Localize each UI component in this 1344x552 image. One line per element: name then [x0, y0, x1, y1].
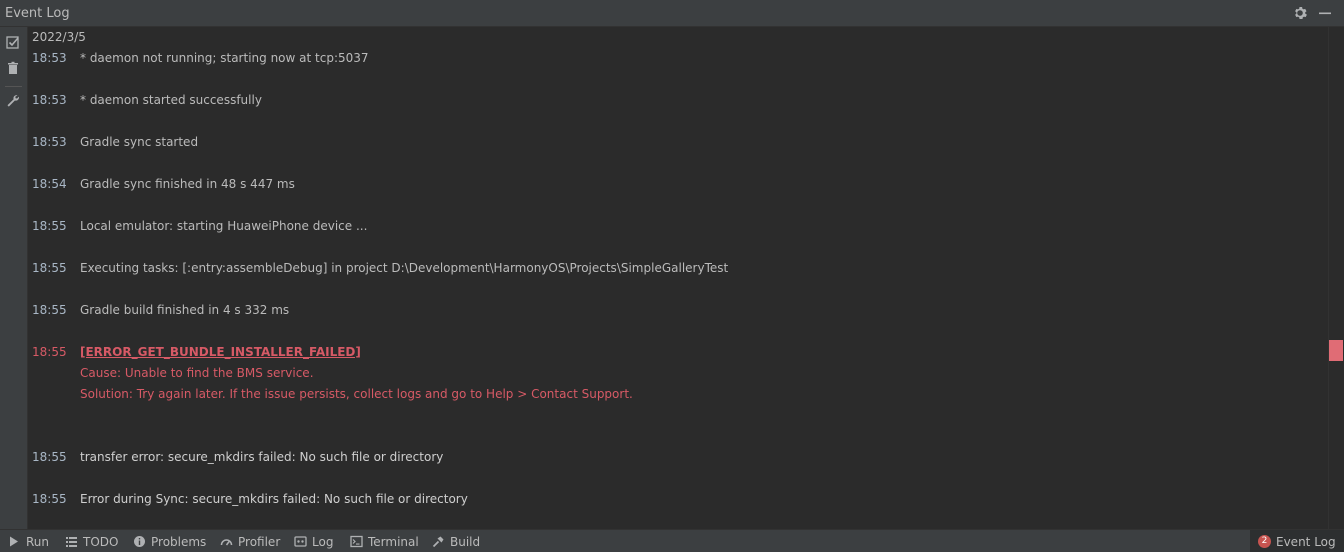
log-time: 18:55: [32, 303, 67, 317]
logcat-icon: [294, 536, 307, 547]
log-message: Executing tasks: [:entry:assembleDebug] …: [80, 261, 729, 275]
log-message: * daemon not running; starting now at tc…: [80, 51, 369, 65]
log-message: Error during Sync: secure_mkdirs failed:…: [80, 492, 468, 506]
terminal-tab[interactable]: Terminal: [350, 530, 419, 552]
error-solution: Solution: Try again later. If the issue …: [80, 387, 633, 401]
todo-tab-label: TODO: [83, 534, 119, 549]
log-time: 18:53: [32, 93, 67, 107]
log-message: * daemon started successfully: [80, 93, 262, 107]
log-message-error: [ERROR_GET_BUNDLE_INSTALLER_FAILED] Caus…: [80, 345, 633, 408]
event-log-tab[interactable]: 2 Event Log: [1250, 530, 1344, 552]
tool-window-header: Event Log: [0, 0, 1344, 27]
terminal-tab-label: Terminal: [368, 534, 419, 549]
event-log-toolbar: [0, 27, 28, 529]
log-time: 18:55: [32, 450, 67, 464]
log-message: Local emulator: starting HuaweiPhone dev…: [80, 219, 368, 233]
terminal-icon: [350, 535, 363, 548]
log-message: Gradle sync finished in 48 s 447 ms: [80, 177, 295, 191]
wrench-icon[interactable]: [5, 93, 21, 109]
log-time: 18:55: [32, 492, 67, 506]
event-log-content: 2022/3/5 18:53 * daemon not running; sta…: [28, 27, 1328, 529]
log-tab[interactable]: Log: [294, 530, 333, 552]
log-time: 18:53: [32, 51, 67, 65]
gear-icon[interactable]: [1292, 5, 1308, 21]
log-date: 2022/3/5: [32, 30, 86, 44]
gauge-icon: [220, 539, 233, 546]
log-message: Gradle sync started: [80, 135, 199, 149]
log-time: 18:55: [32, 261, 67, 275]
profiler-tab[interactable]: Profiler: [220, 530, 280, 552]
list-icon: [66, 537, 77, 547]
todo-tab[interactable]: TODO: [65, 530, 118, 552]
log-message: Gradle build finished in 4 s 332 ms: [80, 303, 290, 317]
tool-window-bar: Run TODO Problems Profiler Log Terminal …: [0, 529, 1344, 552]
error-code-link[interactable]: [ERROR_GET_BUNDLE_INSTALLER_FAILED]: [80, 345, 633, 366]
profiler-tab-label: Profiler: [238, 534, 281, 549]
log-message: transfer error: secure_mkdirs failed: No…: [80, 450, 444, 464]
log-tab-label: Log: [312, 534, 334, 549]
log-time: 18:54: [32, 177, 67, 191]
hammer-icon: [432, 536, 444, 548]
tool-window-title: Event Log: [5, 6, 70, 21]
toolbar-divider: [5, 86, 22, 87]
event-log-count-badge: 2: [1258, 535, 1271, 548]
build-tab-label: Build: [450, 534, 481, 549]
log-time: 18:53: [32, 135, 67, 149]
log-time: 18:55: [32, 219, 67, 233]
play-icon: [10, 536, 18, 547]
minimize-icon[interactable]: [1317, 5, 1333, 21]
error-cause: Cause: Unable to find the BMS service.: [80, 366, 314, 380]
log-time: 18:55: [32, 345, 67, 359]
mark-all-read-icon[interactable]: [5, 34, 21, 50]
event-log-tab-label: Event Log: [1276, 534, 1336, 549]
trash-icon[interactable]: [5, 60, 21, 76]
info-icon: [134, 536, 145, 547]
problems-tab-label: Problems: [151, 534, 207, 549]
build-tab[interactable]: Build: [432, 530, 480, 552]
scrollbar[interactable]: [1328, 27, 1344, 529]
run-tab-label: Run: [26, 534, 50, 549]
run-tab[interactable]: Run: [8, 530, 49, 552]
error-stripe-marker[interactable]: [1329, 340, 1343, 361]
problems-tab[interactable]: Problems: [133, 530, 206, 552]
